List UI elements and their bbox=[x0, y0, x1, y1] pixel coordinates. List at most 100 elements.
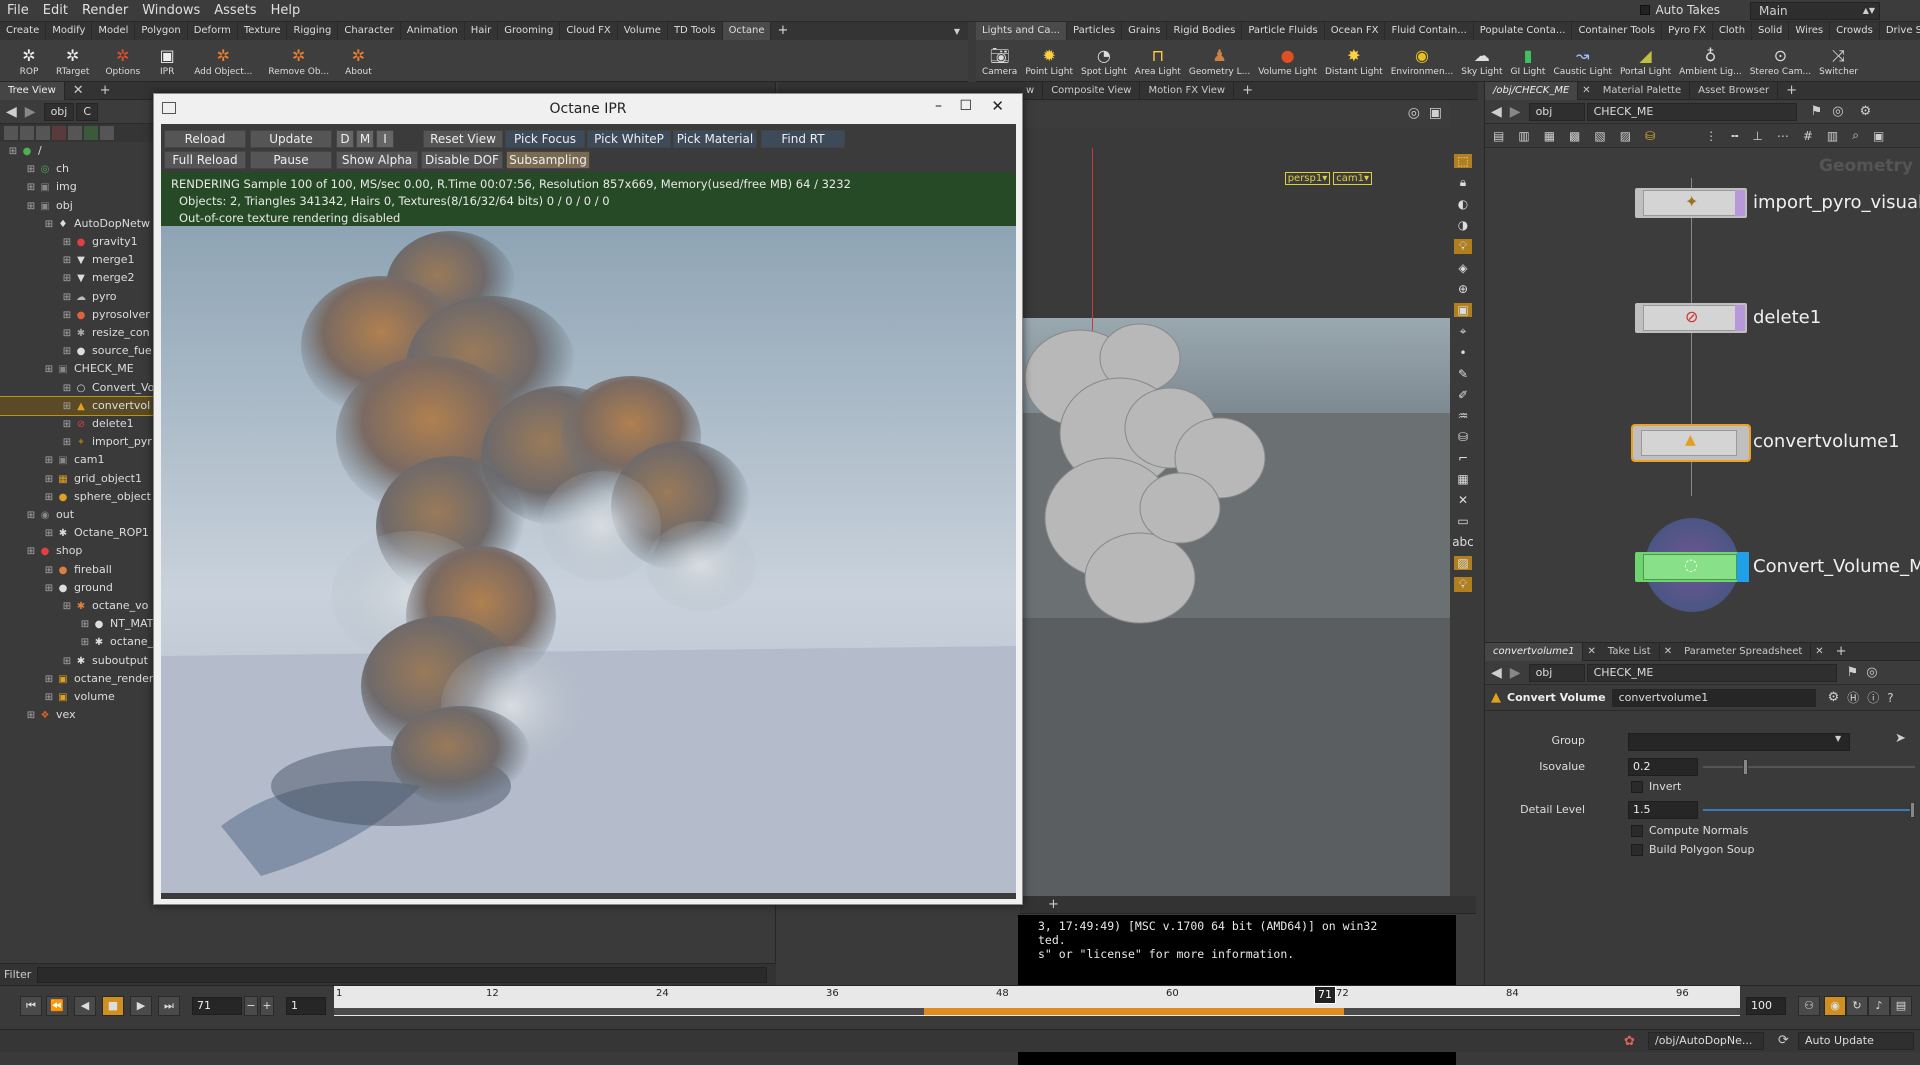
add-tab-icon[interactable]: + bbox=[1778, 82, 1805, 100]
tree-path-child[interactable]: C bbox=[76, 102, 99, 121]
detail-level-field[interactable]: 1.5 bbox=[1628, 801, 1698, 819]
display-options-icon[interactable]: ▭ bbox=[1457, 514, 1468, 528]
auto-takes-toggle[interactable]: Auto Takes bbox=[1640, 3, 1720, 17]
expand-icon[interactable]: ⊞ bbox=[42, 671, 56, 689]
shelf-tab-td-tools[interactable]: TD Tools bbox=[668, 22, 723, 40]
tool-about[interactable]: ✲ About bbox=[337, 45, 380, 77]
expand-icon[interactable]: ⊞ bbox=[60, 653, 74, 671]
expand-icon[interactable]: ⊞ bbox=[60, 343, 74, 361]
tool-remove-object[interactable]: ✲ Remove Ob... bbox=[260, 45, 337, 77]
network-editor[interactable]: Geometry ✦ import_pyro_visualiz ⊘ delete… bbox=[1485, 148, 1920, 642]
status-path[interactable]: /obj/AutoDopNe... bbox=[1648, 1032, 1764, 1050]
snap-icon[interactable]: ◎ bbox=[1408, 105, 1420, 121]
close-icon[interactable]: ✕ bbox=[1583, 643, 1599, 661]
shelf-tab-model[interactable]: Model bbox=[92, 22, 136, 40]
tree-row[interactable]: ⊞ ▣ CHECK_ME bbox=[0, 360, 155, 378]
pin-icon[interactable]: ⚑ bbox=[1847, 665, 1859, 680]
expand-icon[interactable]: ⊞ bbox=[24, 198, 38, 216]
build-polygon-soup-checkbox[interactable] bbox=[1631, 844, 1643, 856]
shelf-tab-solid[interactable]: Solid bbox=[1752, 22, 1790, 40]
shelf-tab-rigid-bodies[interactable]: Rigid Bodies bbox=[1167, 22, 1243, 40]
render-image[interactable] bbox=[161, 226, 1016, 893]
shelf-tab-octane[interactable]: Octane bbox=[722, 22, 772, 40]
shelf-tab-fluid-containers[interactable]: Fluid Contain... bbox=[1385, 22, 1474, 40]
settings-icon[interactable]: ⚙ bbox=[1860, 104, 1872, 119]
tool-gi-light[interactable]: ▮ GI Light bbox=[1507, 45, 1550, 77]
tree-mode-icon[interactable]: ▥ bbox=[1518, 129, 1529, 143]
play-reverse-icon[interactable]: ◀ bbox=[74, 996, 96, 1016]
shelf-tab-animation[interactable]: Animation bbox=[401, 22, 465, 40]
tree-row[interactable]: ⊞ ● fireball bbox=[0, 561, 155, 579]
list-mode-icon[interactable]: ▤ bbox=[1493, 129, 1504, 143]
shelf-tab-character[interactable]: Character bbox=[338, 22, 401, 40]
tree-row[interactable]: ⊞ ☁ pyro bbox=[0, 288, 155, 306]
menu-file[interactable]: File bbox=[0, 0, 36, 22]
expand-icon[interactable]: ⊞ bbox=[60, 252, 74, 270]
tree-row[interactable]: ⊞ ● shop bbox=[0, 542, 155, 560]
shelf-tab-pyro-fx[interactable]: Pyro FX bbox=[1662, 22, 1713, 40]
light-icon[interactable]: 💡︎ bbox=[1454, 239, 1472, 254]
expand-icon[interactable]: ⊞ bbox=[42, 471, 56, 489]
grid-icon[interactable]: ▦ bbox=[1457, 472, 1468, 486]
forward-arrow-icon[interactable]: ▶ bbox=[25, 104, 36, 120]
tree-row[interactable]: ⊞ ● sphere_object bbox=[0, 488, 155, 506]
expand-icon[interactable]: ⊞ bbox=[42, 489, 56, 507]
shelf-tab-particle-fluids[interactable]: Particle Fluids bbox=[1242, 22, 1325, 40]
tab-take-list[interactable]: Take List bbox=[1600, 642, 1660, 661]
tab-convertvolume1[interactable]: convertvolume1 bbox=[1485, 642, 1584, 661]
keyframe-icon[interactable]: ⚇ bbox=[1798, 996, 1820, 1016]
loop-icon[interactable]: ↻ bbox=[1846, 996, 1868, 1016]
tree-path-obj[interactable]: obj bbox=[43, 102, 75, 121]
pen-icon[interactable]: ✎ bbox=[1458, 367, 1468, 381]
viewport-3d[interactable]: persp1▾ cam1▾ bbox=[1020, 148, 1450, 896]
node-name-field[interactable]: convertvolume1 bbox=[1611, 688, 1816, 707]
tool-rop[interactable]: ✲ ROP bbox=[10, 45, 48, 77]
tree-row[interactable]: ⊞ ♦ AutoDopNetw bbox=[0, 215, 155, 233]
brush-icon[interactable]: ✐ bbox=[1458, 388, 1468, 402]
jump-start-icon[interactable]: ⏮ bbox=[20, 996, 42, 1016]
lock-icon[interactable]: 🔒︎ bbox=[1460, 175, 1466, 190]
isovalue-slider[interactable] bbox=[1703, 759, 1915, 775]
full-reload-button[interactable]: Full Reload bbox=[164, 151, 246, 169]
close-icon[interactable]: ✕ bbox=[1578, 82, 1594, 100]
tool-geometry-light[interactable]: ♟ Geometry L... bbox=[1185, 45, 1254, 77]
collapse-icon[interactable]: ⋯ bbox=[1777, 129, 1789, 143]
shelf-tab-container-tools[interactable]: Container Tools bbox=[1572, 22, 1663, 40]
shelf-tab-grooming[interactable]: Grooming bbox=[498, 22, 561, 40]
snap-tool-icon[interactable]: ✕ bbox=[1458, 493, 1468, 507]
help-icon[interactable]: ? bbox=[1887, 691, 1893, 705]
database-icon[interactable]: ⛁ bbox=[1645, 129, 1655, 143]
expand-icon[interactable]: ⊞ bbox=[42, 562, 56, 580]
point-icon[interactable]: • bbox=[1459, 346, 1466, 360]
show-alpha-button[interactable]: Show Alpha bbox=[336, 151, 418, 169]
reset-view-button[interactable]: Reset View bbox=[423, 130, 503, 148]
expand-icon[interactable]: ⊞ bbox=[60, 307, 74, 325]
tool-sky-light[interactable]: ☁ Sky Light bbox=[1457, 45, 1506, 77]
light-bulb-icon[interactable]: 💡︎ bbox=[1454, 577, 1472, 592]
tree-row[interactable]: ⊞ ● pyrosolver bbox=[0, 306, 155, 324]
tree-row[interactable]: ⊞ ❖ vex bbox=[0, 706, 155, 724]
tree-row[interactable]: ⊞ ▼ merge1 bbox=[0, 251, 155, 269]
minimize-icon[interactable]: – bbox=[935, 98, 942, 114]
expand-icon[interactable]: ⊞ bbox=[78, 616, 92, 634]
shelf-tab-cloth[interactable]: Cloth bbox=[1713, 22, 1753, 40]
tree-tool-icon-5[interactable] bbox=[68, 126, 82, 140]
tree-row[interactable]: ⊞ ▣ obj bbox=[0, 197, 155, 215]
link-icon[interactable]: ◎ bbox=[1866, 665, 1877, 680]
find-rt-button[interactable]: Find RT bbox=[761, 130, 845, 148]
subsampling-button[interactable]: Subsampling bbox=[506, 151, 590, 169]
group-field[interactable] bbox=[1628, 733, 1850, 751]
expand-icon[interactable]: ⊞ bbox=[60, 434, 74, 452]
shelf-tab-texture[interactable]: Texture bbox=[238, 22, 288, 40]
node-convert-volume-me[interactable]: ◌ bbox=[1635, 552, 1749, 582]
shelf-tab-ocean-fx[interactable]: Ocean FX bbox=[1325, 22, 1386, 40]
close-icon[interactable]: ✕ bbox=[65, 82, 92, 100]
d-button[interactable]: D bbox=[336, 130, 354, 148]
tree-row[interactable]: ⊞ ✱ suboutput bbox=[0, 652, 155, 670]
tool-ipr[interactable]: ▣ IPR bbox=[148, 45, 186, 77]
dash-icon[interactable]: ╍ bbox=[1731, 129, 1738, 143]
close-icon[interactable]: ✕ bbox=[1811, 643, 1827, 661]
add-tab-icon[interactable]: + bbox=[1828, 643, 1855, 661]
tree-tool-icon-2[interactable] bbox=[20, 126, 34, 140]
tab-parameter-spreadsheet[interactable]: Parameter Spreadsheet bbox=[1676, 642, 1812, 661]
